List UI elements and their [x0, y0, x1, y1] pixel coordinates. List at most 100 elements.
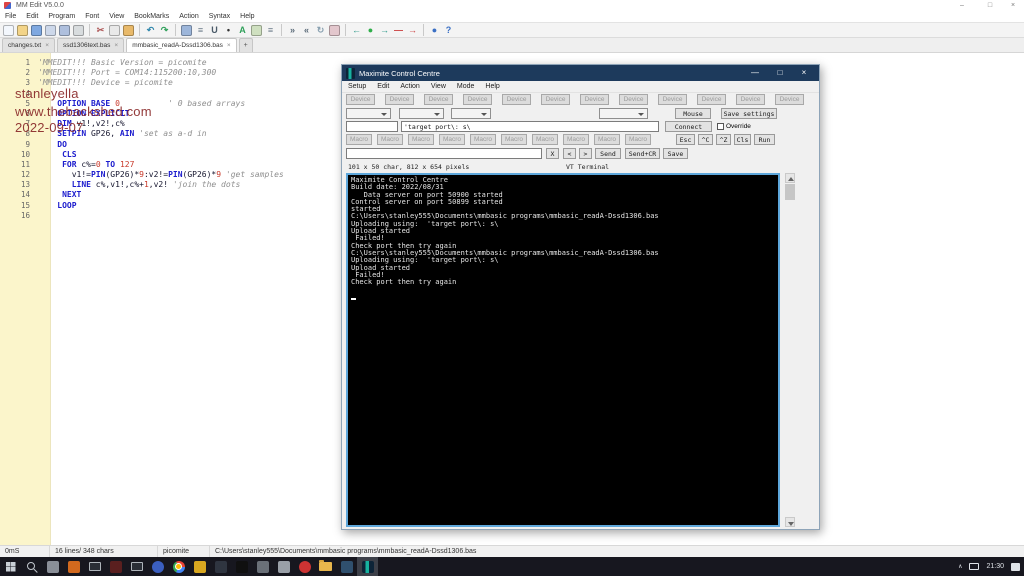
macro-button-2[interactable]: Macro	[377, 134, 403, 145]
device-button-1[interactable]: Device	[346, 94, 375, 105]
mmedit-minimize-button[interactable]: –	[949, 0, 975, 11]
underline-icon[interactable]: U	[209, 25, 220, 36]
menu-setup[interactable]: Setup	[348, 83, 366, 90]
taskbar-app-monitor-2[interactable]	[126, 557, 147, 576]
new-file-icon[interactable]	[3, 25, 14, 36]
combo-mode[interactable]	[599, 108, 648, 119]
taskbar-app-m[interactable]	[273, 557, 294, 576]
menu-mode[interactable]: Mode	[457, 83, 475, 90]
tab-close-icon[interactable]: ×	[45, 42, 49, 49]
macro-button-5[interactable]: Macro	[470, 134, 496, 145]
stop-icon[interactable]: —	[393, 25, 404, 36]
ctrl-z-button[interactable]: ^Z	[716, 134, 731, 145]
device-button-7[interactable]: Device	[580, 94, 609, 105]
web-help-icon[interactable]: ●	[429, 25, 440, 36]
cut-icon[interactable]: ✂	[95, 25, 106, 36]
tab-ssd1306text.bas[interactable]: ssd1306text.bas×	[57, 38, 124, 52]
taskbar-app-darkred[interactable]	[105, 557, 126, 576]
menu-file[interactable]: File	[5, 13, 16, 20]
save-all-icon[interactable]	[59, 25, 70, 36]
find-icon[interactable]	[181, 25, 192, 36]
macro-button-1[interactable]: Macro	[346, 134, 372, 145]
device-button-10[interactable]: Device	[697, 94, 726, 105]
menu-font[interactable]: Font	[85, 13, 99, 20]
start-button[interactable]	[0, 557, 21, 576]
taskbar-app-yellow[interactable]	[189, 557, 210, 576]
combo-port[interactable]	[399, 108, 444, 119]
open-folder-icon[interactable]	[17, 25, 28, 36]
device-button-5[interactable]: Device	[502, 94, 531, 105]
undo-icon[interactable]: ↶	[145, 25, 156, 36]
notification-center-icon[interactable]	[1011, 563, 1020, 571]
device-button-6[interactable]: Device	[541, 94, 570, 105]
target-port-input[interactable]	[401, 121, 659, 132]
tray-chevron-icon[interactable]: ∧	[958, 563, 962, 570]
step-icon[interactable]: →	[407, 25, 418, 36]
macro-button-4[interactable]: Macro	[439, 134, 465, 145]
combo-baud[interactable]	[451, 108, 491, 119]
prev-bookmark-icon[interactable]: ←	[351, 25, 362, 36]
esc-button[interactable]: Esc	[676, 134, 695, 145]
clock[interactable]: 21:30	[986, 563, 1004, 570]
run-button[interactable]: Run	[754, 134, 775, 145]
paste-icon[interactable]	[123, 25, 134, 36]
help-icon[interactable]: ?	[443, 25, 454, 36]
scrollbar-up-arrow[interactable]	[785, 173, 795, 183]
list-icon[interactable]: ≡	[195, 25, 206, 36]
save-as-icon[interactable]	[45, 25, 56, 36]
scrollbar-down-arrow[interactable]	[785, 517, 795, 527]
print-icon[interactable]	[73, 25, 84, 36]
taskbar-app-putty[interactable]	[336, 557, 357, 576]
ctrl-c-button[interactable]: ^C	[698, 134, 713, 145]
terminal-scrollbar[interactable]	[785, 173, 795, 527]
taskbar-app-chrome[interactable]	[168, 557, 189, 576]
outdent-icon[interactable]: «	[301, 25, 312, 36]
refresh-icon[interactable]: ↻	[315, 25, 326, 36]
mmcc-minimize-button[interactable]: —	[743, 65, 767, 81]
font-icon[interactable]: A	[237, 25, 248, 36]
menu-help[interactable]: Help	[240, 13, 254, 20]
copy-icon[interactable]	[109, 25, 120, 36]
menu-syntax[interactable]: Syntax	[209, 13, 230, 20]
menu-bookmarks[interactable]: BookMarks	[134, 13, 169, 20]
menu-view[interactable]: View	[431, 83, 446, 90]
override-checkbox[interactable]	[717, 123, 724, 130]
menu-action[interactable]: Action	[179, 13, 198, 20]
redo-icon[interactable]: ↷	[159, 25, 170, 36]
send-button[interactable]: Send	[595, 148, 621, 159]
list-2-icon[interactable]: ≡	[265, 25, 276, 36]
tab-close-icon[interactable]: ×	[227, 42, 231, 49]
vt-terminal[interactable]: Maximite Control CentreBuild date: 2022/…	[346, 173, 780, 527]
send-input[interactable]	[346, 148, 542, 159]
combo-device-type[interactable]	[346, 108, 391, 119]
mmcc-close-button[interactable]: ×	[792, 65, 816, 81]
mmcc-maximize-button[interactable]: □	[768, 65, 792, 81]
scrollbar-thumb[interactable]	[785, 184, 795, 200]
menu-edit[interactable]: Edit	[26, 13, 38, 20]
send-cr-button[interactable]: Send+CR	[625, 148, 660, 159]
menu-edit[interactable]: Edit	[377, 83, 389, 90]
device-button-9[interactable]: Device	[658, 94, 687, 105]
clear-x-button[interactable]: X	[546, 148, 559, 159]
goto-icon[interactable]	[251, 25, 262, 36]
mmedit-close-button[interactable]: ×	[1000, 0, 1024, 11]
taskbar-app-opera[interactable]	[294, 557, 315, 576]
bullet-icon[interactable]: •	[223, 25, 234, 36]
taskbar-app-camera[interactable]	[252, 557, 273, 576]
device-button-4[interactable]: Device	[463, 94, 492, 105]
taskbar-app-browser[interactable]	[147, 557, 168, 576]
taskbar-app-monitor-1[interactable]	[84, 557, 105, 576]
new-tab-button[interactable]: +	[239, 38, 253, 52]
history-next-button[interactable]: >	[579, 148, 592, 159]
taskbar-app-mmcc[interactable]	[357, 557, 378, 576]
menu-help[interactable]: Help	[485, 83, 499, 90]
search-icon[interactable]	[21, 557, 42, 576]
tab-close-icon[interactable]: ×	[114, 42, 118, 49]
indent-icon[interactable]: »	[287, 25, 298, 36]
macro-button-9[interactable]: Macro	[594, 134, 620, 145]
device-button-8[interactable]: Device	[619, 94, 648, 105]
menu-view[interactable]: View	[109, 13, 124, 20]
macro-button-8[interactable]: Macro	[563, 134, 589, 145]
run-program-icon[interactable]: ●	[365, 25, 376, 36]
next-bookmark-icon[interactable]: →	[379, 25, 390, 36]
